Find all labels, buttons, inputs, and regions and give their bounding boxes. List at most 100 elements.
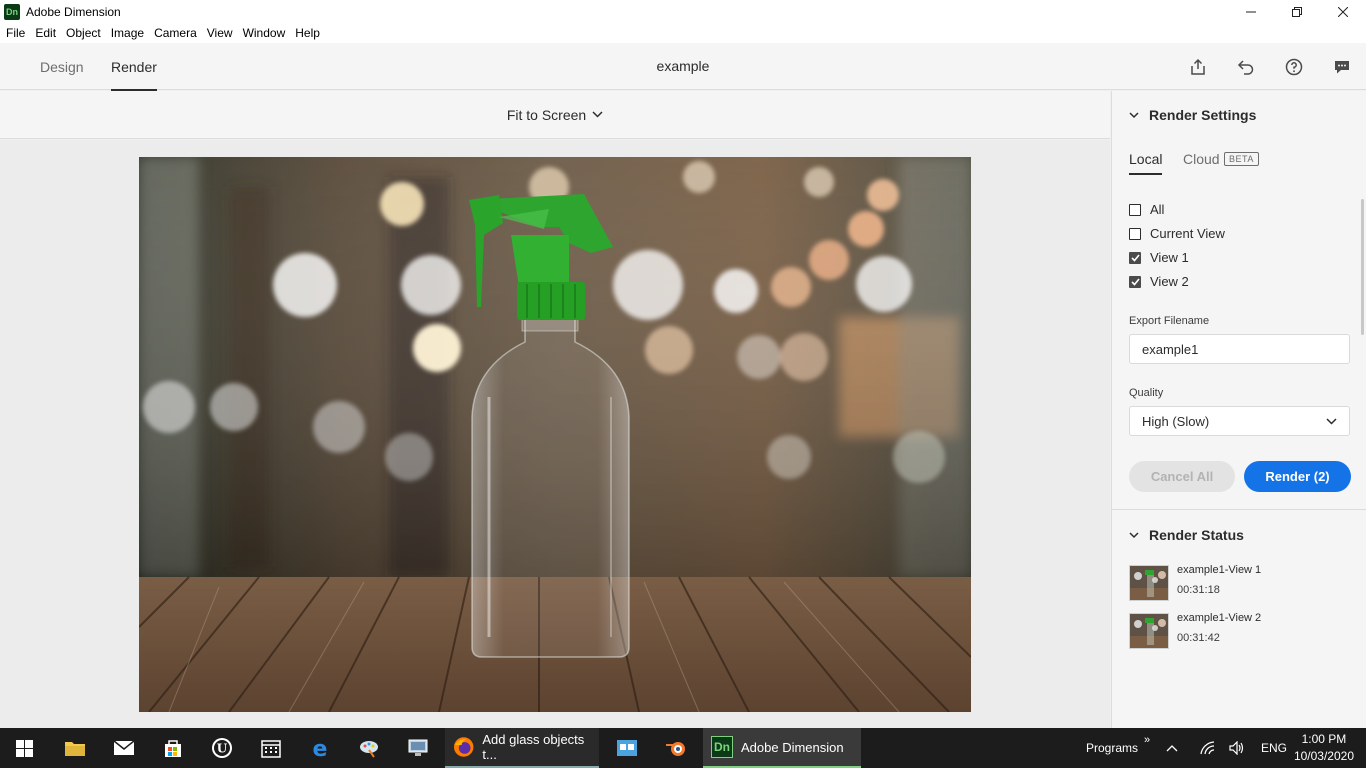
close-icon	[1338, 6, 1348, 17]
window-controls	[1228, 0, 1366, 23]
tab-design[interactable]: Design	[40, 43, 84, 90]
calendar-icon	[261, 740, 281, 758]
document-title: example	[656, 58, 710, 74]
menu-window[interactable]: Window	[239, 26, 290, 40]
checkbox[interactable]	[1129, 227, 1141, 240]
volume-icon	[1229, 741, 1244, 755]
taskbar-firefox[interactable]: Add glass objects t...	[445, 728, 599, 768]
close-button[interactable]	[1320, 0, 1366, 23]
menu-camera[interactable]: Camera	[150, 26, 201, 40]
edge-icon: e	[313, 737, 328, 759]
title-bar: Dn Adobe Dimension	[0, 0, 1366, 23]
menu-edit[interactable]: Edit	[31, 26, 60, 40]
chevron-up-icon	[1166, 745, 1178, 752]
quality-select[interactable]: High (Slow)	[1129, 406, 1350, 436]
render-status-name: example1-View 2	[1177, 612, 1262, 624]
tab-render[interactable]: Render	[111, 43, 157, 91]
render-status-item[interactable]: example1-View 1 00:31:18	[1129, 563, 1350, 603]
taskbar-edge[interactable]: e	[296, 728, 344, 768]
render-button[interactable]: Render (2)	[1244, 461, 1351, 492]
clock-time: 1:00 PM	[1301, 732, 1347, 746]
tray-volume[interactable]	[1229, 728, 1249, 768]
tray-language[interactable]: ENG	[1261, 728, 1287, 768]
menu-image[interactable]: Image	[107, 26, 148, 40]
taskbar-app-label: Adobe Dimension	[741, 739, 844, 755]
taskbar-paint[interactable]	[345, 728, 393, 768]
checkmark-icon	[1130, 277, 1140, 286]
view-option-all[interactable]: All	[1129, 202, 1164, 217]
taskbar-app-label: Add glass objects t...	[482, 732, 585, 762]
adobe-dimension-logo: Dn	[4, 3, 20, 20]
windows-logo-icon	[15, 739, 33, 757]
menu-object[interactable]: Object	[62, 26, 105, 40]
restore-button[interactable]	[1274, 0, 1320, 23]
render-settings-header[interactable]: Render Settings	[1129, 107, 1256, 123]
tray-clock[interactable]: 1:00 PM 10/03/2020	[1294, 731, 1354, 765]
dimension-icon: Dn	[711, 736, 733, 758]
render-preview-image	[139, 157, 971, 712]
render-settings-title: Render Settings	[1149, 107, 1257, 123]
windows-taskbar: U e Add glass objects t... Dn Adobe Dime…	[0, 728, 1366, 768]
menu-help[interactable]: Help	[291, 26, 324, 40]
export-filename-label: Export Filename	[1129, 315, 1210, 327]
render-status-name: example1-View 1	[1177, 564, 1262, 576]
render-settings-panel: Render Settings Local Cloud BETA All Cur…	[1111, 91, 1366, 728]
checkbox[interactable]	[1129, 203, 1141, 216]
render-status-header[interactable]: Render Status	[1129, 527, 1244, 543]
render-canvas[interactable]	[0, 140, 1110, 728]
tab-local[interactable]: Local	[1129, 151, 1163, 175]
tray-overflow-button[interactable]	[1166, 728, 1184, 768]
undo-icon	[1237, 60, 1254, 75]
taskbar-store[interactable]	[149, 728, 197, 768]
tray-network[interactable]	[1199, 728, 1219, 768]
quality-label: Quality	[1129, 387, 1164, 399]
store-icon	[165, 740, 181, 757]
menu-view[interactable]: View	[203, 26, 237, 40]
zoom-dropdown[interactable]: Fit to Screen	[507, 107, 603, 123]
chevron-down-icon	[592, 111, 603, 118]
checkbox-label: View 2	[1150, 274, 1189, 289]
minimize-button[interactable]	[1228, 0, 1274, 23]
feedback-icon	[1335, 61, 1349, 74]
render-status-item[interactable]: example1-View 2 00:31:42	[1129, 611, 1350, 651]
scene-graphic	[139, 157, 971, 712]
taskbar-adobe-dimension[interactable]: Dn Adobe Dimension	[703, 728, 861, 768]
zoom-label: Fit to Screen	[506, 106, 587, 123]
taskbar-blender[interactable]	[652, 728, 700, 768]
cancel-all-button[interactable]: Cancel All	[1129, 461, 1235, 492]
mail-icon	[113, 740, 135, 755]
tab-cloud[interactable]: Cloud	[1183, 151, 1220, 167]
menu-bar: File Edit Object Image Camera View Windo…	[0, 23, 1366, 43]
taskbar-mail[interactable]	[100, 728, 148, 768]
share-button[interactable]	[1186, 55, 1210, 79]
quality-value: High (Slow)	[1142, 413, 1210, 429]
taskbar-unreal[interactable]: U	[198, 728, 246, 768]
checkmark-icon	[1130, 253, 1140, 262]
svg-text:e: e	[313, 737, 328, 759]
paint-icon	[360, 741, 378, 758]
view-option-current-view[interactable]: Current View	[1129, 226, 1225, 241]
feedback-button[interactable]	[1330, 55, 1354, 79]
programs-label: Programs	[1086, 741, 1139, 755]
checkbox-label: All	[1150, 202, 1165, 217]
taskbar-calendar[interactable]	[247, 728, 295, 768]
chevron-down-icon	[1129, 531, 1139, 538]
render-status-time: 00:31:42	[1177, 632, 1220, 644]
taskbar-finder[interactable]	[603, 728, 651, 768]
chevron-down-icon	[1326, 417, 1337, 425]
tray-programs[interactable]: Programs »	[1086, 728, 1150, 768]
view-option-view-1[interactable]: View 1	[1129, 250, 1189, 265]
help-button[interactable]	[1282, 55, 1306, 79]
undo-button[interactable]	[1234, 55, 1258, 79]
panel-scrollbar[interactable]	[1361, 199, 1364, 335]
start-button[interactable]	[0, 728, 48, 768]
chevron-double-icon: »	[1144, 734, 1151, 746]
export-filename-input[interactable]	[1129, 334, 1350, 364]
menu-file[interactable]: File	[2, 26, 29, 40]
taskbar-file-explorer[interactable]	[51, 728, 99, 768]
taskbar-remote-desktop[interactable]	[394, 728, 442, 768]
view-option-view-2[interactable]: View 2	[1129, 274, 1189, 289]
checkbox-checked[interactable]	[1129, 251, 1141, 264]
help-icon	[1285, 58, 1303, 76]
checkbox-checked[interactable]	[1129, 275, 1141, 288]
